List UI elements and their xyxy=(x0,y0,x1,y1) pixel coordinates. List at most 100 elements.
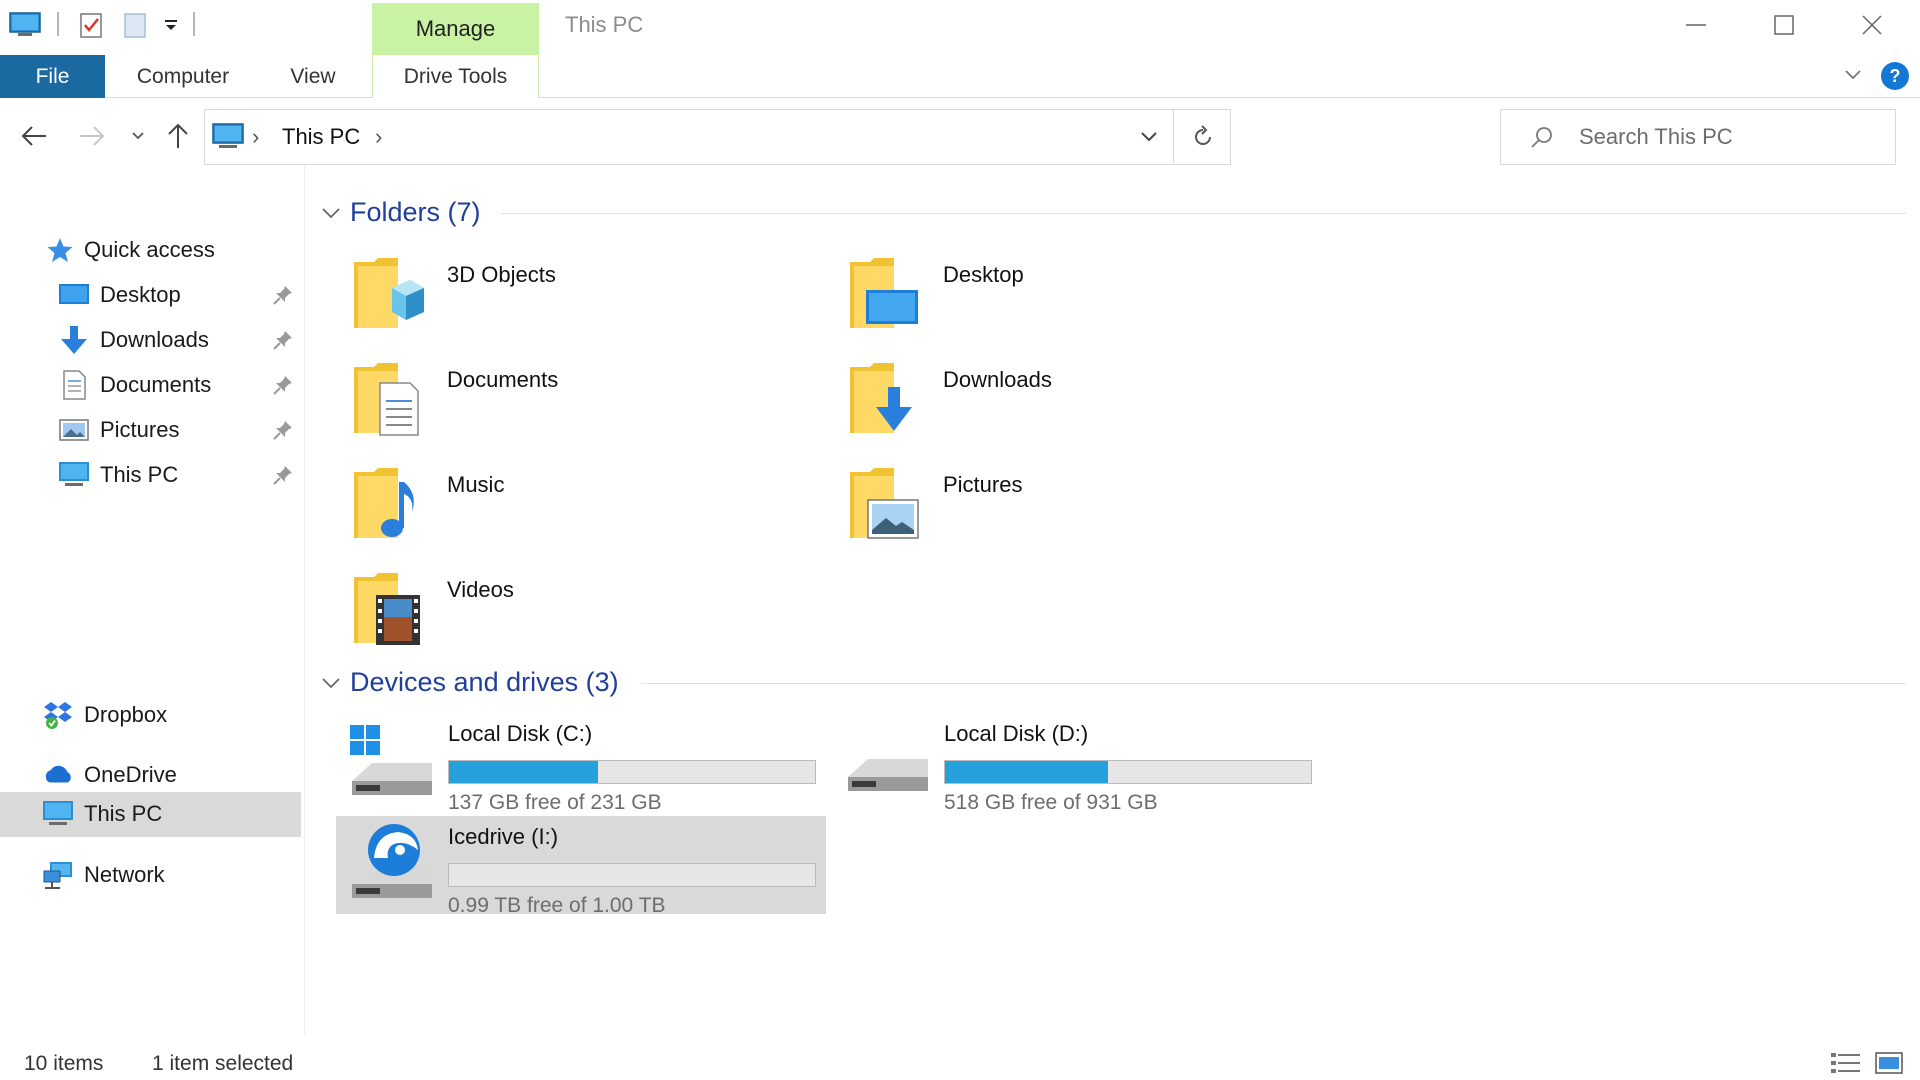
this-pc-icon xyxy=(58,459,90,491)
downloads-icon xyxy=(58,324,90,356)
manage-contextual-tab[interactable]: Manage xyxy=(372,3,539,55)
tab-file[interactable]: File xyxy=(0,55,105,98)
help-icon[interactable]: ? xyxy=(1880,61,1910,96)
desktop-folder-icon xyxy=(848,254,920,334)
properties-icon[interactable] xyxy=(74,10,108,40)
title-bar: Manage This PC xyxy=(0,0,1920,55)
nav-item-documents[interactable]: Documents xyxy=(0,363,301,408)
folder-tile[interactable]: 3D Objects xyxy=(316,248,786,348)
pin-icon[interactable] xyxy=(272,419,294,447)
drive-free-space: 137 GB free of 231 GB xyxy=(448,791,662,814)
pictures-icon xyxy=(58,414,90,446)
pin-icon[interactable] xyxy=(272,374,294,402)
customize-toolbar-dropdown-icon[interactable] xyxy=(154,10,188,40)
up-button[interactable] xyxy=(158,116,198,156)
folder-label: Desktop xyxy=(943,262,1024,287)
nav-label: Dropbox xyxy=(84,702,168,727)
group-divider xyxy=(641,683,1906,684)
drive-free-space: 0.99 TB free of 1.00 TB xyxy=(448,894,666,917)
this-pc-icon xyxy=(42,798,74,830)
drive-usage-bar xyxy=(448,760,816,784)
nav-item-this-pc-pinned[interactable]: This PC xyxy=(0,453,301,498)
collapse-chevron-icon[interactable] xyxy=(320,673,342,698)
folder-label: Downloads xyxy=(943,367,1052,392)
search-icon xyxy=(1529,124,1555,155)
tab-computer[interactable]: Computer xyxy=(118,55,248,98)
recent-locations-chevron-icon[interactable] xyxy=(118,116,158,156)
tab-drive-tools[interactable]: Drive Tools xyxy=(372,55,539,98)
nav-item-desktop[interactable]: Desktop xyxy=(0,273,301,318)
folder-tile[interactable]: Videos xyxy=(316,563,786,663)
search-input[interactable]: Search This PC xyxy=(1500,109,1896,165)
large-icons-view-icon[interactable] xyxy=(1872,1050,1906,1076)
nav-label: Desktop xyxy=(100,282,181,307)
navigation-pane: Quick access Desktop Downloads Documents… xyxy=(0,165,305,1035)
folder-tile[interactable]: Music xyxy=(316,458,786,558)
refresh-button[interactable] xyxy=(1173,110,1231,164)
icedrive-drive-icon xyxy=(346,822,436,906)
drive-usage-fill xyxy=(449,761,598,783)
folder-label: Music xyxy=(447,472,505,497)
group-title: Folders (7) xyxy=(350,197,481,227)
onedrive-icon xyxy=(42,759,74,791)
nav-label: Quick access xyxy=(84,237,215,262)
documents-icon xyxy=(58,369,90,401)
folders-group-header[interactable]: Folders (7) xyxy=(316,193,1906,233)
drives-group-header[interactable]: Devices and drives (3) xyxy=(316,663,1906,703)
details-view-icon[interactable] xyxy=(1829,1050,1863,1076)
drive-usage-fill xyxy=(945,761,1108,783)
forward-button[interactable] xyxy=(72,116,112,156)
drive-tile[interactable]: Local Disk (C:) 137 GB free of 231 GB xyxy=(336,713,826,814)
status-bar: 10 items 1 item selected xyxy=(0,1040,1920,1080)
group-divider xyxy=(501,213,1906,214)
drive-usage-bar xyxy=(448,863,816,887)
nav-item-pictures[interactable]: Pictures xyxy=(0,408,301,453)
folder-label: Pictures xyxy=(943,472,1023,497)
nav-label: Documents xyxy=(100,372,212,397)
breadcrumb-separator-icon[interactable]: › xyxy=(375,124,382,150)
close-button[interactable] xyxy=(1828,0,1916,50)
minimize-button[interactable] xyxy=(1652,0,1740,50)
nav-label: Downloads xyxy=(100,327,209,352)
toolbar-separator xyxy=(57,12,59,36)
drive-tile[interactable]: Icedrive (I:) 0.99 TB free of 1.00 TB xyxy=(336,816,826,917)
pin-icon[interactable] xyxy=(272,329,294,357)
nav-item-network[interactable]: Network xyxy=(0,853,301,898)
breadcrumb-separator-icon[interactable]: › xyxy=(252,124,259,150)
breadcrumb-this-pc[interactable]: This PC xyxy=(282,124,360,150)
folder-label: 3D Objects xyxy=(447,262,556,287)
expand-ribbon-chevron-icon[interactable] xyxy=(1842,63,1864,90)
nav-item-dropbox[interactable]: Dropbox xyxy=(0,693,301,738)
maximize-button[interactable] xyxy=(1740,0,1828,50)
address-bar[interactable]: › This PC › xyxy=(204,109,1231,165)
folder-tile[interactable]: Pictures xyxy=(812,458,1282,558)
nav-item-quick-access[interactable]: Quick access xyxy=(0,228,301,273)
selection-count: 1 item selected xyxy=(152,1052,294,1075)
nav-label: Pictures xyxy=(100,417,180,442)
tab-view[interactable]: View xyxy=(268,55,358,98)
search-placeholder: Search This PC xyxy=(1579,124,1733,149)
nav-item-downloads[interactable]: Downloads xyxy=(0,318,301,363)
pin-icon[interactable] xyxy=(272,284,294,312)
window-title: This PC xyxy=(565,12,644,37)
this-pc-icon xyxy=(211,122,245,157)
ribbon-tab-bar: File Computer View Drive Tools ? xyxy=(0,55,1920,98)
pin-icon[interactable] xyxy=(272,464,294,492)
back-button[interactable] xyxy=(14,116,54,156)
videos-folder-icon xyxy=(352,569,424,649)
folder-tile[interactable]: Desktop xyxy=(812,248,1282,348)
downloads-folder-icon xyxy=(848,359,920,439)
3d-objects-folder-icon xyxy=(352,254,424,334)
drive-usage-bar xyxy=(944,760,1312,784)
group-title: Devices and drives (3) xyxy=(350,667,619,697)
new-folder-icon[interactable] xyxy=(118,10,152,40)
nav-item-this-pc[interactable]: This PC xyxy=(0,792,301,837)
drive-tile[interactable]: Local Disk (D:) 518 GB free of 931 GB xyxy=(832,713,1322,814)
pictures-folder-icon xyxy=(848,464,920,544)
collapse-chevron-icon[interactable] xyxy=(320,203,342,228)
computer-icon[interactable] xyxy=(8,10,42,40)
nav-label: OneDrive xyxy=(84,762,177,787)
folder-tile[interactable]: Documents xyxy=(316,353,786,453)
folder-tile[interactable]: Downloads xyxy=(812,353,1282,453)
address-history-dropdown-icon[interactable] xyxy=(1125,110,1173,164)
